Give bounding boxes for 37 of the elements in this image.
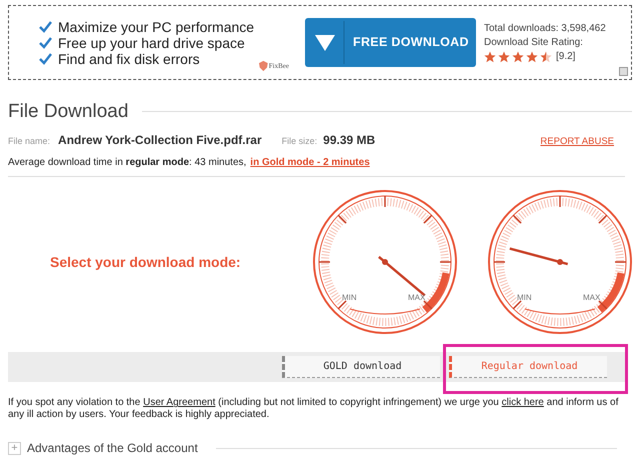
mode-prompt: Select your download mode:	[49, 252, 242, 272]
feature-text: Free up your hard drive space	[58, 36, 245, 50]
star-icon	[512, 50, 524, 62]
notice-text: If you spot any violation to the User Agreement (including but not limited to copyright infringement) we urge you click here and inform us of any ill action by users. Your feedback is highly appreciated.	[8, 397, 620, 422]
download-count: Total downloads: 3,598,462	[484, 22, 606, 36]
report-link[interactable]: REPORT ABUSE	[540, 135, 614, 150]
premium-download-button[interactable]: GOLD download	[282, 356, 440, 378]
star-icon	[526, 50, 538, 62]
rating-label: Download Site Rating:	[484, 36, 584, 50]
file-name: Andrew York-Collection Five.pdf.rar	[58, 132, 262, 149]
max-label: MAX	[583, 292, 600, 304]
click-here-link[interactable]: click here	[502, 397, 544, 408]
star-icon	[484, 50, 496, 62]
page-title: File Download	[8, 102, 128, 121]
section-title[interactable]: Advantages of the Gold account	[27, 439, 198, 458]
feature-text: Maximize your PC performance	[58, 20, 254, 34]
shield-icon	[259, 59, 268, 73]
fast-mode-link[interactable]: in Gold mode - 2 minutes	[250, 155, 370, 170]
expand-button[interactable]: +	[8, 442, 21, 455]
star-icon	[540, 50, 552, 62]
min-label: MIN	[342, 292, 357, 304]
check-icon	[39, 20, 52, 32]
help-icon	[619, 67, 628, 76]
field-label: File size:	[282, 135, 318, 148]
check-icon	[39, 36, 52, 48]
regular-download-button[interactable]: Regular download	[449, 356, 607, 378]
star-icon	[498, 50, 510, 62]
download-button[interactable]: FREE DOWNLOAD	[305, 18, 476, 67]
user-agreement-link[interactable]: User Agreement	[143, 397, 216, 408]
feature-text: Find and fix disk errors	[58, 52, 200, 66]
max-label: MAX	[408, 292, 426, 304]
check-icon	[39, 52, 52, 64]
file-size: 99.39 MB	[323, 132, 376, 149]
field-label: File name:	[8, 135, 50, 148]
download-time-text: Average download time in regular mode: 43 minutes,	[8, 156, 246, 170]
min-label: MIN	[517, 292, 532, 304]
rating-score: [9.2]	[556, 50, 576, 64]
